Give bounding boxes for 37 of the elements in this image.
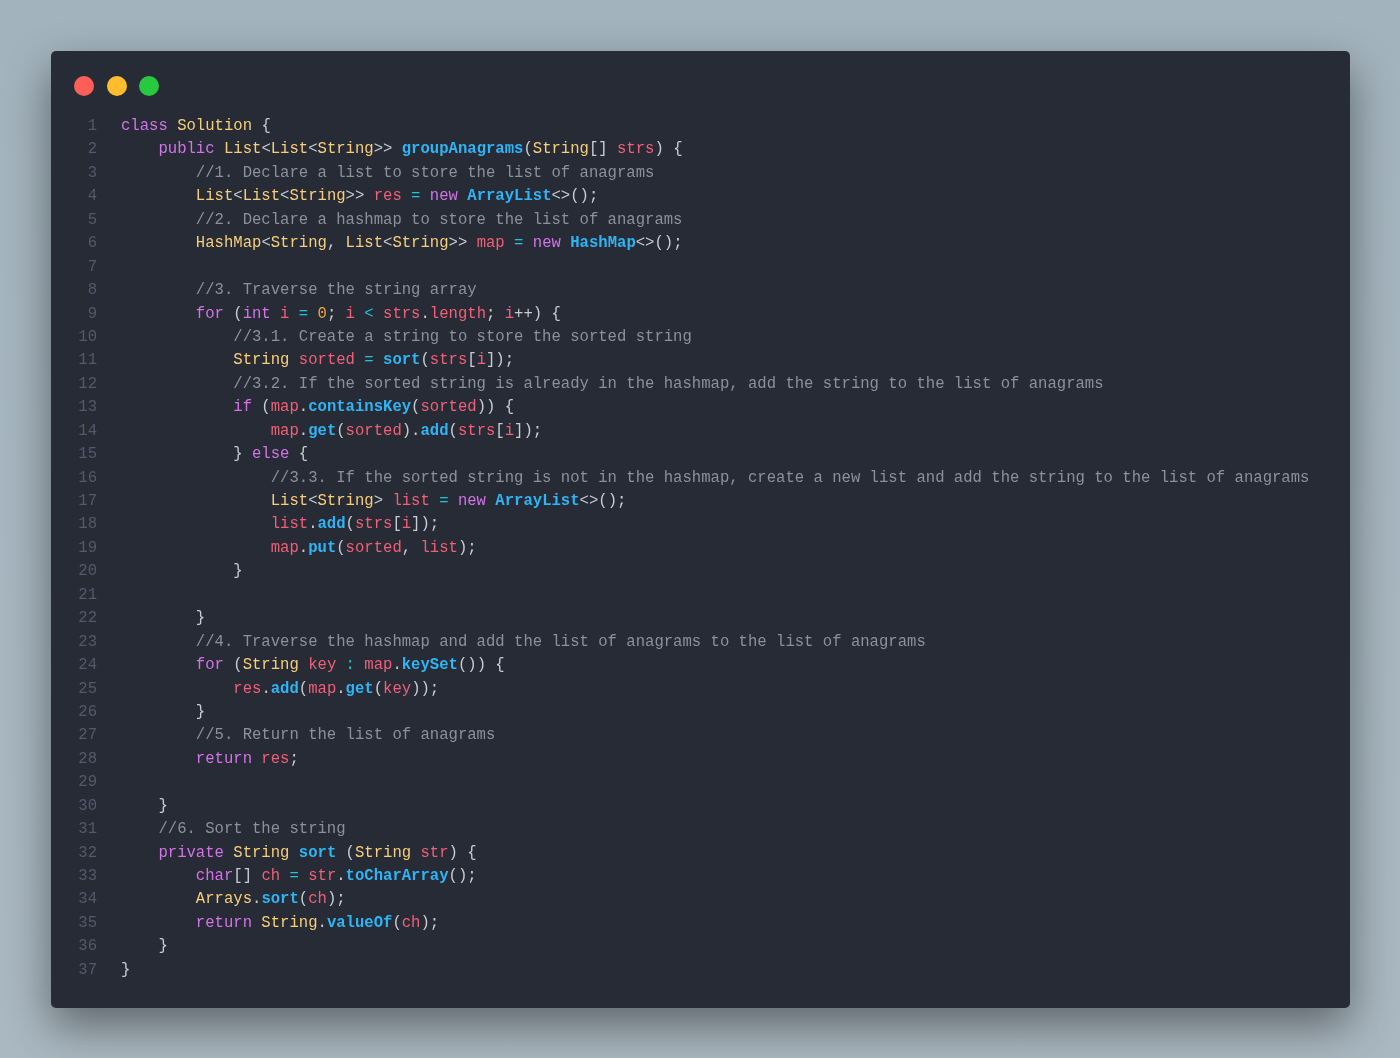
window-control-button[interactable] (106, 76, 127, 96)
code-line: for (int i = 0; i < strs.length; i++) { (194, 303, 561, 325)
code-line: //3.1. Create a string to store the sorted string (232, 326, 692, 348)
code-line: //4. Traverse the hashmap and add the list of anagrams to the list of anagrams (194, 631, 926, 653)
code-line: } (194, 701, 206, 723)
code-line: } (121, 959, 131, 981)
code-line: map.put(sorted, list); (269, 537, 477, 559)
code-line: List<String> list = new ArrayList<>(); (269, 491, 627, 512)
code-line: public List<List<String>> groupAnagrams(String[] strs) { (157, 139, 683, 161)
code-line: //1. Declare a list to store the list of anagrams (194, 162, 655, 184)
code-line: private String sort (String str) { (157, 842, 477, 864)
code-line: return String.valueOf(ch); (194, 912, 440, 934)
code-line: String sorted = sort(strs[i]); (232, 350, 515, 372)
code-line: } else { (232, 444, 309, 466)
code-line: //2. Declare a hashmap to store the list of anagrams (194, 209, 683, 231)
code-line: List<List<String>> res = new ArrayList<>(); (194, 186, 599, 208)
code-line: char[] ch = str.toCharArray(); (194, 866, 477, 887)
window-control-button[interactable] (74, 76, 94, 96)
code-line: //6. Sort the string (157, 819, 346, 841)
code-line: for (String key : map.keySet()) { (194, 655, 505, 677)
code-line: res.add(map.get(key)); (232, 678, 440, 700)
code-line: Arrays.sort(ch); (194, 889, 346, 911)
code-line: } (232, 561, 243, 583)
code-line: } (157, 795, 168, 817)
code-line: //3. Traverse the string array (194, 280, 477, 302)
code-line: list.add(strs[i]); (269, 514, 440, 536)
code-line: //5. Return the list of anagrams (194, 725, 496, 747)
window-control-button[interactable] (139, 76, 159, 96)
code-line: //3.3. If the sorted string is not in the hashmap, create a new list and add the string to the list of anagrams (269, 467, 1310, 489)
code-line: HashMap<String, List<String>> map = new HashMap<>(); (194, 233, 683, 255)
code-line: //3.2. If the sorted string is already in the hashmap, add the string to the list of anagrams (232, 373, 1104, 395)
code-line: map.get(sorted).add(strs[i]); (269, 420, 543, 442)
code-line: return res; (194, 748, 299, 770)
code-line: if (map.containsKey(sorted)) { (232, 397, 515, 419)
code-line: class Solution { (121, 116, 271, 137)
code-line: } (157, 936, 168, 958)
code-line: } (194, 608, 206, 630)
